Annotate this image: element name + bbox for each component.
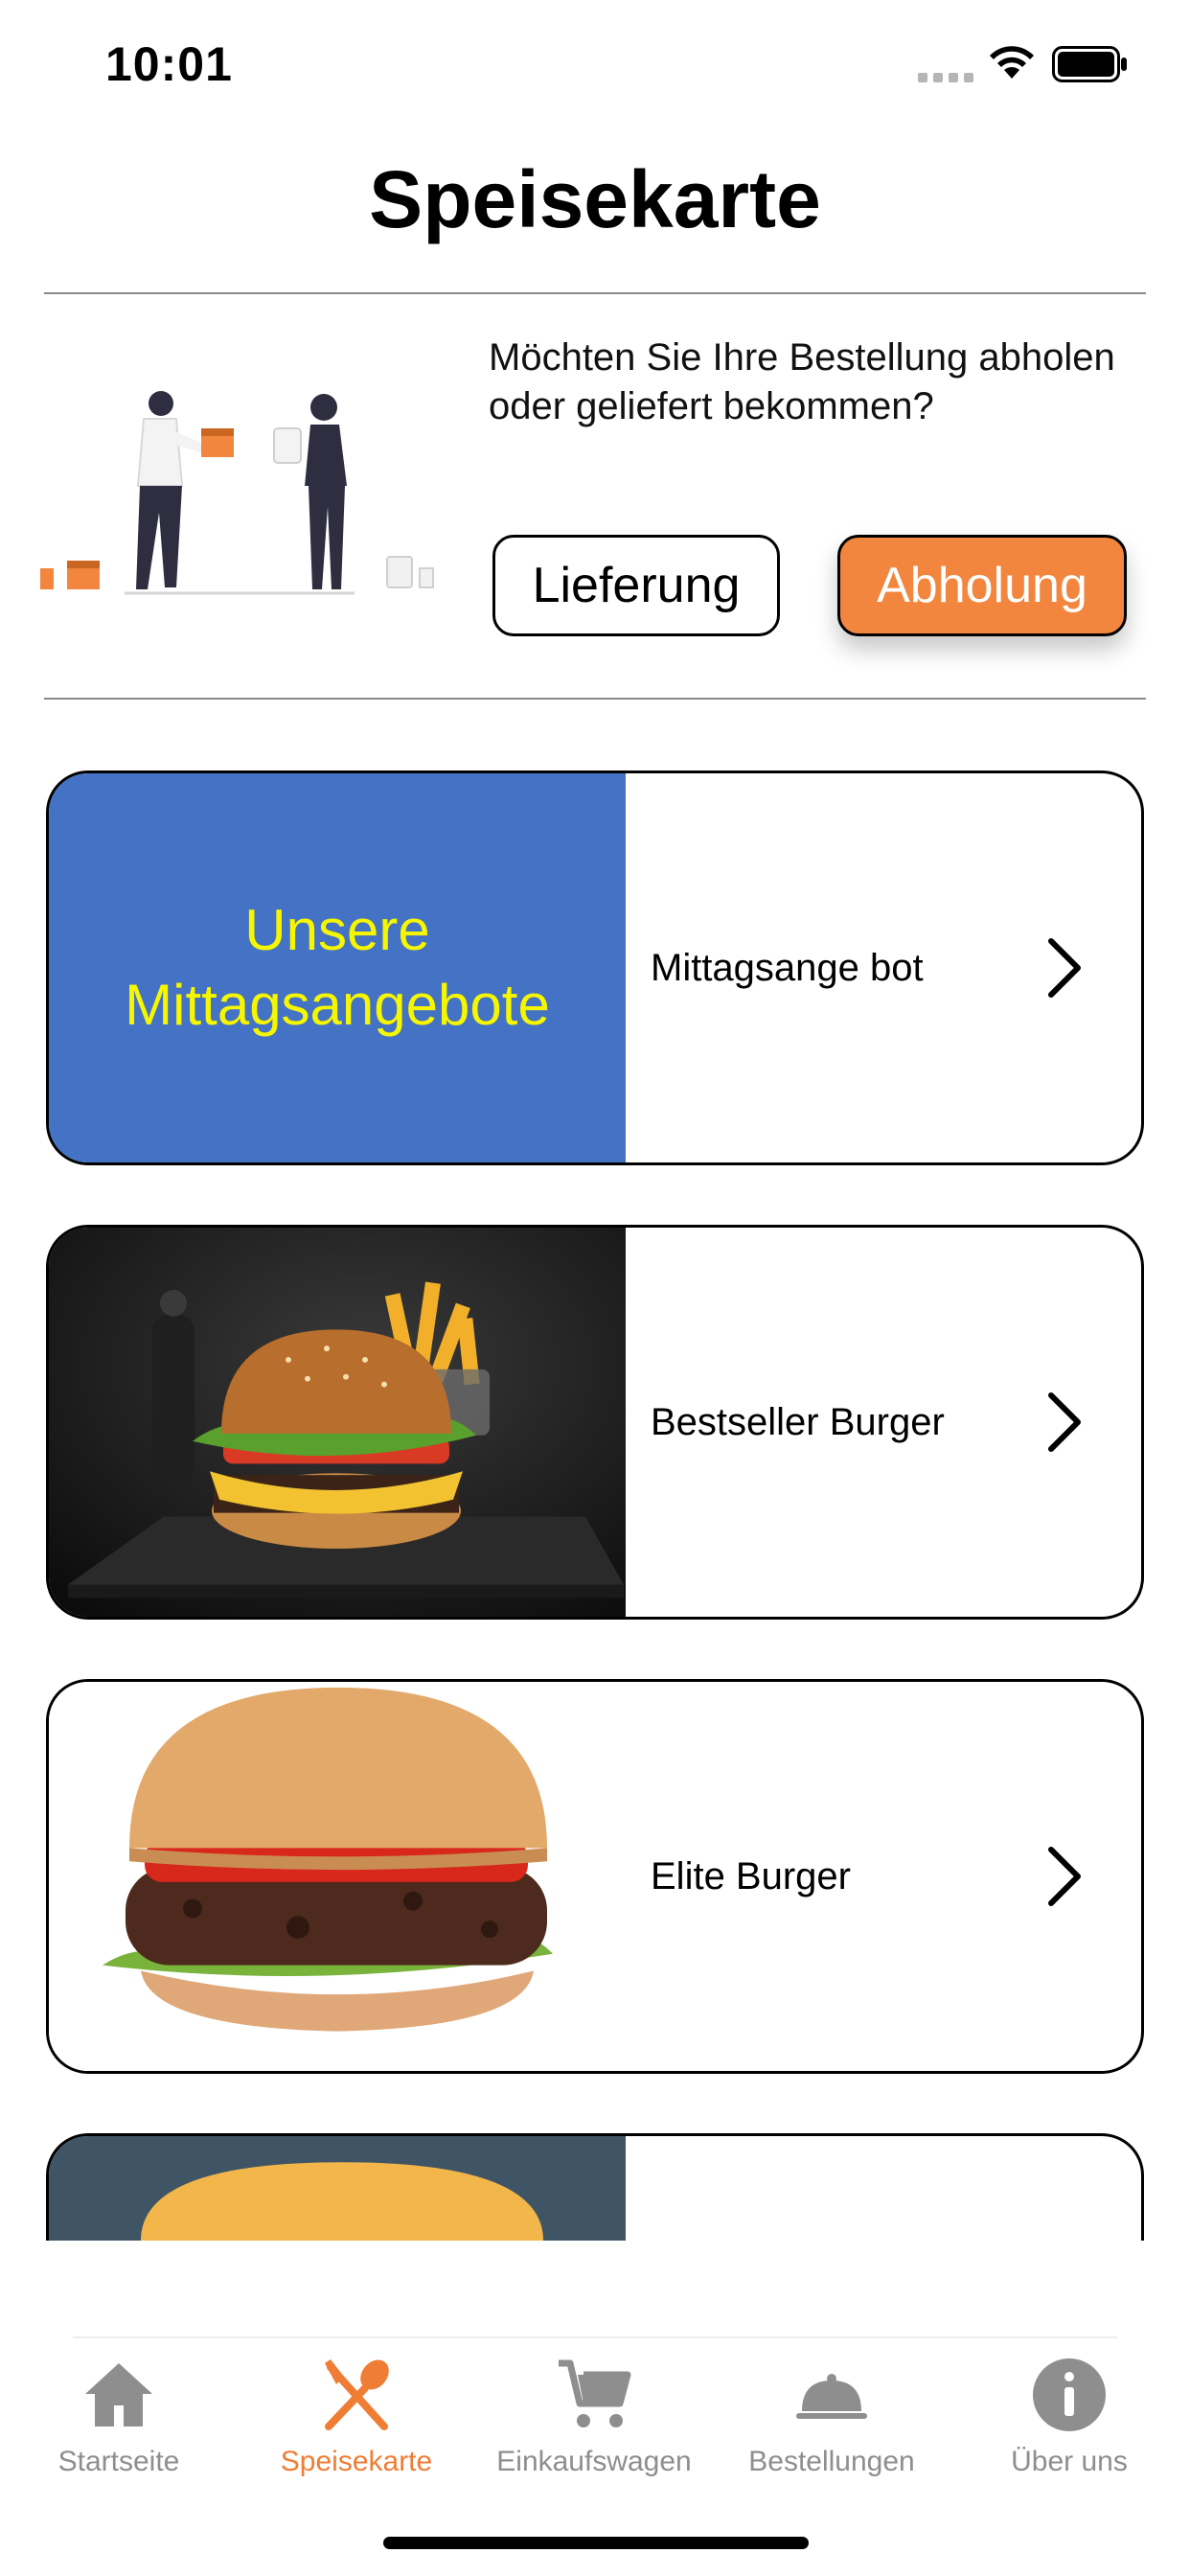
lunch-banner-text: Unsere Mittagsangebote bbox=[125, 898, 550, 1037]
home-icon bbox=[85, 2363, 152, 2426]
bestseller-burger-photo bbox=[49, 1228, 626, 1617]
page-title: Speisekarte bbox=[369, 154, 821, 244]
delivery-question: Möchten Sie Ihre Bestellung abholen oder… bbox=[489, 336, 1115, 427]
tab-speisekarte[interactable]: Speisekarte bbox=[238, 2346, 475, 2509]
tab-label: Bestellungen bbox=[748, 2446, 915, 2477]
battery-icon bbox=[1052, 46, 1127, 82]
category-card-bestseller-burger[interactable]: Bestseller Burger bbox=[46, 1225, 1144, 1620]
burger-photo bbox=[49, 2136, 626, 2241]
delivery-illustration bbox=[40, 391, 434, 595]
tab-ueber-uns[interactable]: Über uns bbox=[950, 2346, 1188, 2509]
category-label bbox=[651, 2136, 967, 2241]
menu-screen: 10:01 Speisekarte Möchten Sie Ihre Beste… bbox=[0, 0, 1190, 2576]
cloche-icon bbox=[796, 2374, 867, 2419]
pickup-button[interactable]: Abholung bbox=[837, 535, 1127, 636]
category-label: Mittagsange bot bbox=[651, 947, 924, 989]
cart-icon bbox=[559, 2359, 631, 2427]
category-card-elite-burger[interactable]: Elite Burger bbox=[46, 1679, 1144, 2074]
tab-einkaufswagen[interactable]: Einkaufswagen bbox=[475, 2346, 713, 2509]
section-divider bbox=[44, 698, 1146, 700]
tab-bestellungen[interactable]: Bestellungen bbox=[713, 2346, 950, 2509]
tab-bar-divider bbox=[73, 2336, 1117, 2338]
home-indicator bbox=[383, 2537, 809, 2549]
cutlery-icon bbox=[325, 2359, 389, 2430]
wifi-icon bbox=[990, 46, 1034, 79]
tab-label: Über uns bbox=[1011, 2446, 1128, 2477]
category-card-lunch[interactable]: Unsere Mittagsangebote Mittagsange bot bbox=[46, 770, 1144, 1165]
tab-label: Einkaufswagen bbox=[496, 2446, 692, 2477]
status-time: 10:01 bbox=[105, 37, 233, 91]
chevron-right-icon bbox=[1048, 938, 1081, 998]
tab-startseite[interactable]: Startseite bbox=[0, 2346, 238, 2509]
delivery-button[interactable]: Lieferung bbox=[492, 535, 780, 636]
status-bar: 10:01 bbox=[0, 0, 1190, 125]
header-divider bbox=[44, 292, 1146, 294]
pickup-button-label: Abholung bbox=[877, 558, 1087, 613]
chevron-right-icon bbox=[1048, 1392, 1081, 1452]
category-label: Bestseller Burger bbox=[651, 1401, 945, 1443]
lunch-banner: Unsere Mittagsangebote bbox=[49, 773, 626, 1162]
category-label: Elite Burger bbox=[651, 1855, 851, 1898]
tab-label: Startseite bbox=[57, 2446, 180, 2477]
chevron-right-icon bbox=[1048, 1847, 1081, 1906]
elite-burger-photo bbox=[49, 1682, 626, 2071]
tab-label: Speisekarte bbox=[280, 2446, 433, 2477]
category-card-partial[interactable] bbox=[46, 2133, 1144, 2241]
delivery-button-label: Lieferung bbox=[532, 558, 741, 613]
cellular-signal-icon bbox=[918, 73, 973, 82]
info-icon bbox=[1033, 2358, 1106, 2431]
